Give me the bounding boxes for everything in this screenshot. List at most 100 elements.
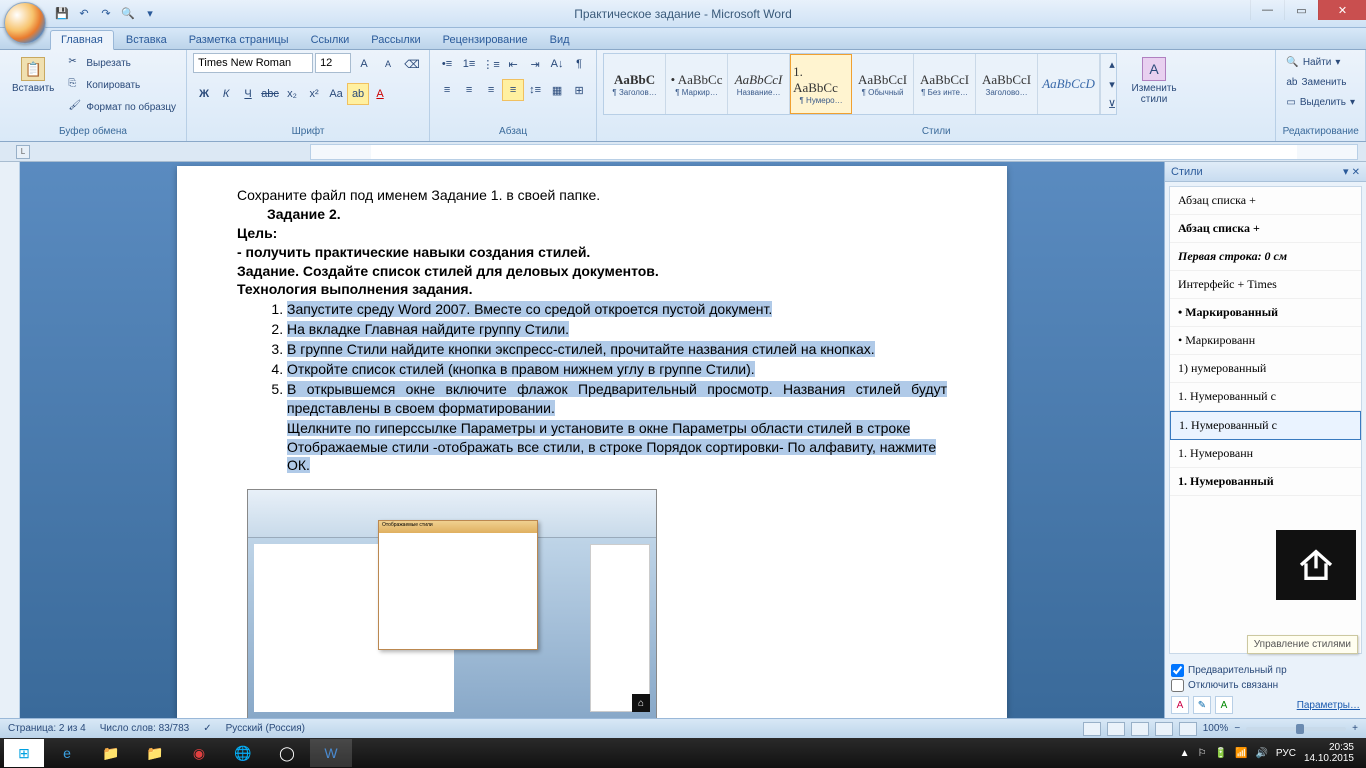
font-size-select[interactable]: 12 — [315, 53, 351, 73]
numbering-button[interactable]: 1≡ — [458, 53, 480, 75]
tab-mailings[interactable]: Рассылки — [361, 31, 430, 49]
line-spacing-button[interactable]: ↕≡ — [524, 79, 546, 101]
word-count[interactable]: Число слов: 83/783 — [100, 723, 190, 734]
superscript-button[interactable]: x² — [303, 83, 325, 105]
gallery-down-icon[interactable]: ▾ — [1101, 74, 1123, 94]
view-outline[interactable] — [1155, 722, 1173, 736]
language-indicator[interactable]: Русский (Россия) — [226, 723, 305, 734]
align-justify-button[interactable]: ≡ — [502, 79, 524, 101]
style-item-selected[interactable]: 1. AaBbCc¶ Нумеро… — [790, 54, 852, 114]
close-button[interactable]: ✕ — [1318, 0, 1366, 20]
qat-more-icon[interactable]: ▾ — [142, 6, 158, 22]
preview-checkbox[interactable]: Предварительный пр — [1171, 664, 1360, 677]
replace-button[interactable]: abЗаменить — [1282, 73, 1359, 91]
gallery-up-icon[interactable]: ▴ — [1101, 54, 1123, 74]
tray-icon[interactable]: 🔊 — [1255, 748, 1267, 759]
clear-format-button[interactable]: ⌫ — [401, 53, 423, 75]
highlight-button[interactable]: ab — [347, 83, 369, 105]
tray-clock[interactable]: 20:35 14.10.2015 — [1304, 742, 1354, 764]
linked-checkbox[interactable]: Отключить связанн — [1171, 679, 1360, 692]
styles-pane-item[interactable]: 1) нумерованный — [1170, 355, 1361, 383]
style-gallery[interactable]: AaBbC¶ Заголов… • AaBbCc¶ Маркир… AaBbCc… — [603, 53, 1117, 115]
tab-references[interactable]: Ссылки — [301, 31, 360, 49]
taskbar-ie[interactable]: e — [46, 739, 88, 767]
ruler-corner[interactable]: L — [16, 145, 30, 159]
tab-layout[interactable]: Разметка страницы — [179, 31, 299, 49]
tray-icon[interactable]: 📶 — [1235, 748, 1247, 759]
style-item[interactable]: AaBbCcI¶ Обычный — [852, 54, 914, 114]
vertical-ruler[interactable] — [0, 162, 20, 718]
find-button[interactable]: 🔍Найти ▾ — [1282, 53, 1359, 71]
style-item[interactable]: AaBbCcIЗаголово… — [976, 54, 1038, 114]
undo-icon[interactable]: ↶ — [76, 6, 92, 22]
font-color-button[interactable]: A — [369, 83, 391, 105]
change-case-button[interactable]: Aa — [325, 83, 347, 105]
shading-button[interactable]: ▦ — [546, 79, 568, 101]
shrink-font-button[interactable]: A — [377, 53, 399, 75]
style-item[interactable]: AaBbCcIНазвание… — [728, 54, 790, 114]
tray-icon[interactable]: ▲ — [1180, 748, 1190, 759]
styles-pane-header[interactable]: Стили ▾ ✕ — [1165, 162, 1366, 182]
align-right-button[interactable]: ≡ — [480, 79, 502, 101]
styles-pane-item[interactable]: 1. Нумерованный с — [1170, 411, 1361, 440]
styles-pane-item[interactable]: 1. Нумерованн — [1170, 440, 1361, 468]
office-button[interactable] — [4, 2, 46, 44]
gallery-more-icon[interactable]: ⊻ — [1101, 94, 1123, 114]
zoom-out-icon[interactable]: − — [1234, 723, 1240, 734]
start-button[interactable]: ⊞ — [4, 739, 44, 767]
tab-insert[interactable]: Вставка — [116, 31, 177, 49]
multilevel-button[interactable]: ⋮≡ — [480, 53, 502, 75]
style-inspector-icon[interactable]: ✎ — [1193, 696, 1211, 714]
bold-button[interactable]: Ж — [193, 83, 215, 105]
taskbar-app[interactable]: 🌐 — [222, 739, 264, 767]
styles-pane-item[interactable]: Интерфейс + Times — [1170, 271, 1361, 299]
paste-button[interactable]: 📋 Вставить — [6, 53, 60, 98]
redo-icon[interactable]: ↷ — [98, 6, 114, 22]
change-styles-button[interactable]: A Изменить стили — [1121, 53, 1187, 109]
styles-pane-item[interactable]: Абзац списка + — [1170, 215, 1361, 243]
style-item[interactable]: AaBbC¶ Заголов… — [604, 54, 666, 114]
sort-button[interactable]: A↓ — [546, 53, 568, 75]
align-left-button[interactable]: ≡ — [436, 79, 458, 101]
manage-styles-icon[interactable]: A — [1215, 696, 1233, 714]
copy-button[interactable]: ⎘Копировать — [64, 75, 180, 95]
tab-review[interactable]: Рецензирование — [433, 31, 538, 49]
zoom-level[interactable]: 100% — [1203, 723, 1229, 734]
tab-view[interactable]: Вид — [540, 31, 580, 49]
zoom-slider[interactable] — [1246, 727, 1346, 731]
italic-button[interactable]: К — [215, 83, 237, 105]
save-icon[interactable]: 💾 — [54, 6, 70, 22]
tray-language[interactable]: РУС — [1276, 748, 1296, 759]
page-indicator[interactable]: Страница: 2 из 4 — [8, 723, 86, 734]
view-full-screen[interactable] — [1107, 722, 1125, 736]
style-item[interactable]: AaBbCcD — [1038, 54, 1100, 114]
format-painter-button[interactable]: 🖌Формат по образцу — [64, 97, 180, 117]
styles-pane-item[interactable]: 1. Нумерованный с — [1170, 383, 1361, 411]
style-item[interactable]: • AaBbCc¶ Маркир… — [666, 54, 728, 114]
page[interactable]: Сохраните файл под именем Задание 1. в с… — [177, 166, 1007, 718]
tray-icon[interactable]: 🔋 — [1215, 748, 1227, 759]
qat-zoom-icon[interactable]: 🔍 — [120, 6, 136, 22]
borders-button[interactable]: ⊞ — [568, 79, 590, 101]
options-link[interactable]: Параметры… — [1297, 700, 1360, 711]
view-web-layout[interactable] — [1131, 722, 1149, 736]
styles-pane-item[interactable]: Первая строка: 0 см — [1170, 243, 1361, 271]
proofing-icon[interactable]: ✓ — [203, 723, 211, 734]
subscript-button[interactable]: x₂ — [281, 83, 303, 105]
strike-button[interactable]: abc — [259, 83, 281, 105]
grow-font-button[interactable]: A — [353, 53, 375, 75]
increase-indent-button[interactable]: ⇥ — [524, 53, 546, 75]
minimize-button[interactable]: — — [1250, 0, 1284, 20]
view-print-layout[interactable] — [1083, 722, 1101, 736]
show-marks-button[interactable]: ¶ — [568, 53, 590, 75]
align-center-button[interactable]: ≡ — [458, 79, 480, 101]
taskbar-app[interactable]: 📁 — [134, 739, 176, 767]
taskbar-chrome[interactable]: ◯ — [266, 739, 308, 767]
styles-pane-item[interactable]: Абзац списка + — [1170, 187, 1361, 215]
underline-button[interactable]: Ч — [237, 83, 259, 105]
upload-overlay[interactable] — [1276, 530, 1356, 600]
styles-pane-item[interactable]: • Маркированный — [1170, 299, 1361, 327]
pane-dropdown-icon[interactable]: ▾ — [1343, 166, 1349, 178]
style-item[interactable]: AaBbCcI¶ Без инте… — [914, 54, 976, 114]
view-draft[interactable] — [1179, 722, 1197, 736]
